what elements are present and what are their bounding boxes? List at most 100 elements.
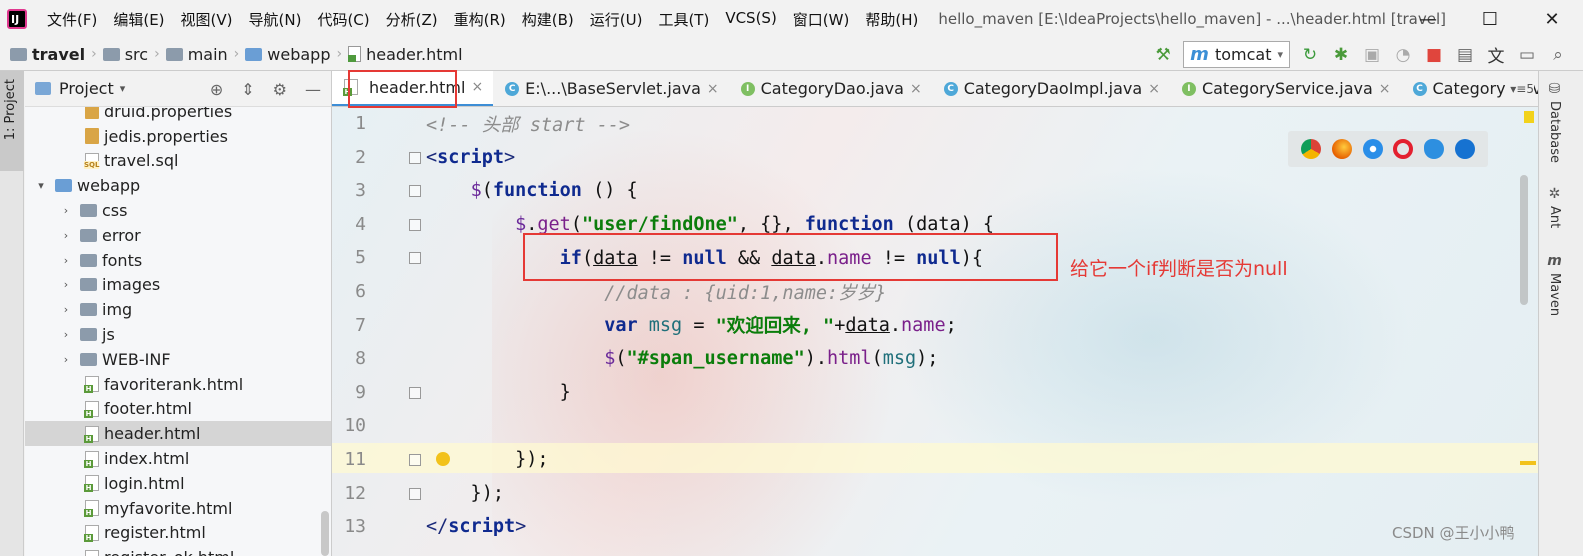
- chevron-right-icon[interactable]: ›: [60, 303, 72, 316]
- code-editor[interactable]: 1 2 3 4 5 6 7 8 9 10 11 12 13 <!-- 头部 start --> < scri…: [332, 107, 1538, 556]
- menu-item[interactable]: 导航(N): [241, 9, 310, 30]
- tree-item[interactable]: register_ok.html: [25, 545, 331, 556]
- close-window-button[interactable]: ✕: [1521, 0, 1583, 38]
- code-line[interactable]: $(function () {: [426, 174, 638, 208]
- fold-marker-icon[interactable]: [409, 487, 421, 500]
- warning-marker[interactable]: [1524, 111, 1534, 123]
- chevron-right-icon[interactable]: ›: [60, 278, 72, 291]
- menu-item[interactable]: 视图(V): [173, 9, 241, 30]
- hide-panel-icon[interactable]: —: [305, 80, 321, 99]
- project-scrollbar[interactable]: [321, 511, 329, 556]
- close-tab-icon[interactable]: ×: [707, 81, 719, 97]
- coverage-icon[interactable]: ▣: [1361, 44, 1383, 66]
- stop-icon[interactable]: ■: [1423, 44, 1445, 66]
- tree-item[interactable]: footer.html: [25, 397, 331, 422]
- chevron-right-icon[interactable]: ›: [60, 254, 72, 267]
- safari-icon[interactable]: [1362, 139, 1383, 159]
- tree-item[interactable]: travel.sql: [25, 149, 331, 174]
- locate-target-icon[interactable]: ⊕: [210, 80, 223, 99]
- fold-marker-icon[interactable]: [409, 218, 421, 231]
- code-line[interactable]: $("#span_username"). html(msg);: [426, 342, 938, 376]
- translate-icon[interactable]: 文: [1485, 44, 1507, 67]
- fold-marker-icon[interactable]: [409, 454, 421, 466]
- maven-tool-tab[interactable]: m Maven: [1547, 253, 1562, 316]
- tree-item[interactable]: jedis.properties: [25, 124, 331, 149]
- tree-item[interactable]: header.html: [25, 421, 331, 447]
- menu-item[interactable]: 分析(Z): [378, 9, 446, 30]
- rerun-icon[interactable]: ↻: [1299, 44, 1321, 66]
- code-line[interactable]: < script >: [426, 141, 515, 175]
- project-tool-tab[interactable]: 1: Project: [0, 71, 24, 171]
- chevron-down-icon[interactable]: ▾: [35, 179, 47, 192]
- editor-tab[interactable]: I CategoryService.java ×: [1170, 71, 1401, 106]
- firefox-icon[interactable]: [1331, 139, 1352, 159]
- tree-item[interactable]: index.html: [25, 446, 331, 471]
- menu-item[interactable]: 重构(R): [446, 9, 514, 30]
- tree-item[interactable]: › js: [25, 322, 331, 347]
- code-line[interactable]: });: [426, 477, 504, 511]
- line-marker[interactable]: [1520, 461, 1536, 465]
- chrome-icon[interactable]: [1301, 139, 1322, 159]
- menu-item[interactable]: 工具(T): [650, 9, 717, 30]
- project-panel-title[interactable]: Project: [59, 79, 114, 98]
- tree-item[interactable]: › error: [25, 223, 331, 248]
- tree-item[interactable]: › images: [25, 273, 331, 298]
- menu-item[interactable]: 帮助(H): [857, 9, 926, 30]
- menu-item[interactable]: 构建(B): [514, 9, 582, 30]
- gear-icon[interactable]: ⚙: [273, 80, 287, 99]
- run-config-select[interactable]: m tomcat ▾: [1183, 41, 1290, 68]
- tree-item[interactable]: › css: [25, 198, 331, 223]
- menu-item[interactable]: 窗口(W): [785, 9, 858, 30]
- minimize-button[interactable]: —: [1397, 0, 1459, 38]
- editor-scrollbar[interactable]: [1520, 175, 1528, 305]
- profile-icon[interactable]: ◔: [1392, 44, 1414, 66]
- breadcrumb-main[interactable]: main: [165, 45, 228, 64]
- code-line[interactable]: <!-- 头部 start -->: [426, 107, 630, 141]
- close-tab-icon[interactable]: ×: [1379, 81, 1391, 97]
- chevron-right-icon[interactable]: ›: [60, 353, 72, 366]
- tree-item[interactable]: › img: [25, 297, 331, 322]
- chevron-right-icon[interactable]: ›: [60, 328, 72, 341]
- debug-bug-icon[interactable]: ✱: [1330, 44, 1352, 66]
- breadcrumb-src[interactable]: src: [102, 45, 148, 64]
- fold-marker-icon[interactable]: [409, 386, 421, 399]
- tree-item[interactable]: › fonts: [25, 248, 331, 273]
- code-line[interactable]: });: [426, 443, 548, 477]
- chevron-right-icon[interactable]: ›: [60, 204, 72, 217]
- close-tab-icon[interactable]: ×: [910, 81, 922, 97]
- project-structure-icon[interactable]: ▤: [1454, 44, 1476, 66]
- close-tab-icon[interactable]: ×: [1148, 81, 1160, 97]
- tab-overflow-menu[interactable]: ▾≡5: [1506, 71, 1534, 106]
- opera-icon[interactable]: [1393, 139, 1414, 159]
- database-tool-tab[interactable]: ⛁ Database: [1547, 81, 1562, 163]
- breadcrumb-webapp[interactable]: webapp: [245, 45, 330, 64]
- menu-item[interactable]: 文件(F): [39, 9, 105, 30]
- tree-item[interactable]: › WEB-INF: [25, 347, 331, 372]
- breadcrumb-project[interactable]: travel: [10, 45, 85, 64]
- fold-marker-icon[interactable]: [409, 151, 421, 164]
- fold-marker-icon[interactable]: [409, 185, 421, 198]
- ant-tool-tab[interactable]: ✲ Ant: [1547, 186, 1562, 228]
- tree-item[interactable]: ▾ webapp: [25, 173, 331, 198]
- tree-item[interactable]: favoriterank.html: [25, 372, 331, 397]
- internet-explorer-icon[interactable]: [1423, 139, 1444, 159]
- editor-tab[interactable]: C E:\...\BaseServlet.java ×: [493, 71, 728, 106]
- menu-item[interactable]: 代码(C): [309, 9, 377, 30]
- editor-tab[interactable]: C CategoryDaoImpl.java ×: [932, 71, 1170, 106]
- menu-item[interactable]: 运行(U): [582, 9, 651, 30]
- menu-item[interactable]: 编辑(E): [105, 9, 172, 30]
- code-line[interactable]: var msg = "欢迎回来, " + data. name;: [426, 309, 957, 343]
- tree-item[interactable]: myfavorite.html: [25, 496, 331, 521]
- search-everywhere-icon[interactable]: ⌕: [1547, 44, 1569, 66]
- code-line[interactable]: }: [426, 376, 571, 410]
- maximize-button[interactable]: ☐: [1459, 0, 1521, 38]
- breadcrumb-file[interactable]: header.html: [348, 45, 463, 64]
- close-tab-icon[interactable]: ×: [471, 79, 483, 95]
- chevron-right-icon[interactable]: ›: [60, 229, 72, 242]
- code-line[interactable]: </script >: [426, 510, 526, 544]
- presentation-icon[interactable]: ▭: [1516, 44, 1538, 66]
- edge-icon[interactable]: [1454, 139, 1475, 159]
- fold-marker-icon[interactable]: [409, 252, 421, 265]
- chevron-down-icon[interactable]: ▾: [120, 82, 126, 95]
- tree-item[interactable]: login.html: [25, 471, 331, 496]
